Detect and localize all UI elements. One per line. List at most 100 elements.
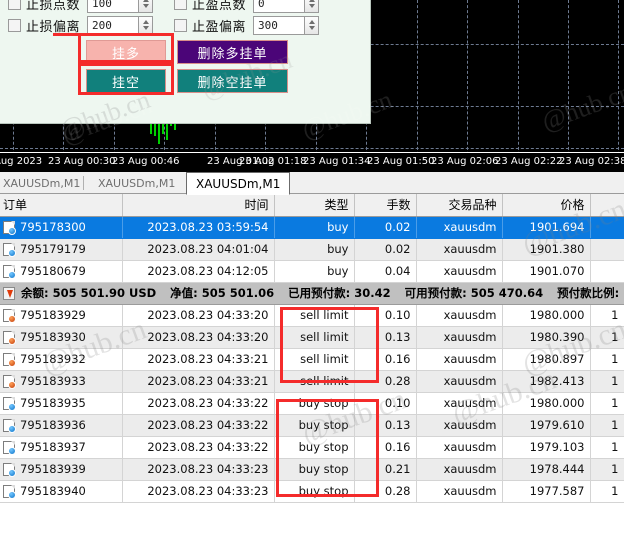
col-header-type[interactable]: 类型 [274, 194, 355, 217]
cell-order-text: 795183939 [20, 462, 86, 476]
cell-symbol: xauusdm [416, 238, 503, 261]
spinner-stop-loss-points[interactable] [139, 0, 154, 13]
cell-lots: 0.02 [354, 238, 417, 261]
cell-price: 1978.444 [502, 458, 591, 481]
account-summary-cell: 余额: 505 501.90 USD 净值: 505 501.06 已用预付款: 3… [0, 281, 624, 305]
checkbox-stop-loss-points[interactable] [8, 0, 21, 10]
table-row[interactable]: 795183930 2023.08.23 04:33:20 sell limit 0.… [0, 326, 624, 349]
summary-item: 可用预付款: 505 470.64 [404, 286, 544, 300]
col-header-time[interactable]: 时间 [122, 194, 275, 217]
cell-order: 795183937 [0, 436, 123, 459]
col-header-symbol[interactable]: 交易品种 [416, 194, 503, 217]
table-row[interactable]: 795178300 2023.08.23 03:59:54 buy 0.02 xauus… [0, 216, 624, 239]
cell-lots: 0.13 [354, 326, 417, 349]
cell-extra: 1 [590, 436, 624, 459]
delete-long-orders-button[interactable]: 删除多挂单 [177, 40, 288, 64]
checkbox-stop-loss-deviation[interactable] [8, 18, 21, 32]
tab-xauusdm-3[interactable]: XAUUSDm,M1 [186, 172, 291, 195]
cell-extra: 1 [590, 392, 624, 415]
cell-time: 2023.08.23 04:33:21 [122, 370, 275, 393]
time-tick: 23 Aug 02:22 [495, 156, 563, 167]
checkbox-take-profit-deviation[interactable] [174, 18, 188, 32]
time-tick: 23 Aug 01:50 [367, 156, 435, 167]
cell-extra: 1 [590, 304, 624, 327]
input-stop-loss-points[interactable]: 100 [87, 0, 140, 13]
input-take-profit-points[interactable]: 0 [253, 0, 306, 13]
input-stop-loss-deviation[interactable]: 200 [87, 15, 140, 35]
time-tick: Aug 2023 [0, 156, 43, 167]
table-row[interactable]: 795183936 2023.08.23 04:33:22 buy stop 0.13… [0, 414, 624, 437]
cell-order: 795180679 [0, 260, 123, 283]
cell-order: 795183936 [0, 414, 123, 437]
cell-lots: 0.28 [354, 370, 417, 393]
cell-type: buy [274, 216, 355, 239]
down-arrow-icon [3, 286, 15, 300]
cell-type: buy stop [274, 414, 355, 437]
orders-table-panel: 订单 时间 类型 手数 交易品种 价格 795178300 2023.08.23 … [0, 194, 624, 543]
time-tick: 23 Aug 02:06 [431, 156, 499, 167]
cell-symbol: xauusdm [416, 216, 503, 239]
place-long-button[interactable]: 挂多 [86, 40, 166, 64]
summary-item: 余额: 505 501.90 USD [21, 286, 157, 300]
delete-short-orders-button[interactable]: 删除空挂单 [177, 69, 288, 93]
cell-order-text: 795180679 [20, 264, 86, 278]
cell-price: 1901.070 [502, 260, 591, 283]
spinner-stop-loss-deviation[interactable] [139, 15, 154, 35]
table-row[interactable]: 795183940 2023.08.23 04:33:23 buy stop 0.28… [0, 480, 624, 503]
panel-row-top-partial: 止损点数 100 止盈点数 0 [0, 0, 371, 14]
cell-order: 795183940 [0, 480, 123, 503]
cell-time: 2023.08.23 04:33:20 [122, 304, 275, 327]
cell-order-text: 795179179 [20, 242, 86, 256]
time-tick: 23 Aug 02:38 [559, 156, 624, 167]
table-row[interactable]: 795183939 2023.08.23 04:33:23 buy stop 0.21… [0, 458, 624, 481]
cell-time: 2023.08.23 04:33:22 [122, 414, 275, 437]
cell-time: 2023.08.23 04:33:23 [122, 480, 275, 503]
col-header-extra[interactable] [590, 194, 624, 217]
cell-extra: 1 [590, 370, 624, 393]
cell-lots: 0.13 [354, 414, 417, 437]
cell-type: sell limit [274, 326, 355, 349]
account-summary-row: 余额: 505 501.90 USD 净值: 505 501.06 已用预付款: 3… [0, 281, 624, 305]
tab-xauusdm-1[interactable]: XAUUSDm,M1 [0, 173, 89, 194]
order-ticket-icon [3, 220, 16, 235]
table-row[interactable]: 795183932 2023.08.23 04:33:21 sell limit 0.… [0, 348, 624, 371]
cell-lots: 0.28 [354, 480, 417, 503]
cell-order: 795179179 [0, 238, 123, 261]
col-header-lots[interactable]: 手数 [354, 194, 417, 217]
place-short-button[interactable]: 挂空 [86, 69, 166, 93]
cell-lots: 0.16 [354, 436, 417, 459]
table-row[interactable]: 795179179 2023.08.23 04:01:04 buy 0.02 xauus… [0, 238, 624, 261]
cell-lots: 0.04 [354, 260, 417, 283]
spinner-take-profit-points[interactable] [305, 0, 320, 13]
cell-price: 1980.000 [502, 392, 591, 415]
col-header-price[interactable]: 价格 [502, 194, 591, 217]
cell-lots: 0.10 [354, 392, 417, 415]
cell-order: 795183939 [0, 458, 123, 481]
time-tick: 23 Aug 01:18 [239, 156, 307, 167]
cell-price: 1982.413 [502, 370, 591, 393]
table-row[interactable]: 795183935 2023.08.23 04:33:22 buy stop 0.10… [0, 392, 624, 415]
cell-order-text: 795183929 [20, 308, 86, 322]
cell-order: 795183930 [0, 326, 123, 349]
panel-row-deviation: 止损偏离 200 止盈偏离 300 [0, 14, 371, 36]
checkbox-take-profit-points[interactable] [174, 0, 188, 10]
col-header-order[interactable]: 订单 [0, 194, 123, 217]
order-ticket-icon [3, 242, 16, 257]
cell-price: 1979.103 [502, 436, 591, 459]
input-take-profit-deviation[interactable]: 300 [253, 15, 306, 35]
cell-price: 1980.897 [502, 348, 591, 371]
cell-order-text: 795183936 [20, 418, 86, 432]
spinner-take-profit-deviation[interactable] [305, 15, 320, 35]
cell-time: 2023.08.23 04:33:20 [122, 326, 275, 349]
table-row[interactable]: 795183929 2023.08.23 04:33:20 sell limit 0.… [0, 304, 624, 327]
order-ticket-icon [3, 264, 16, 279]
order-ticket-icon [3, 330, 16, 345]
tab-xauusdm-2[interactable]: XAUUSDm,M1 [89, 173, 184, 194]
cell-lots: 0.02 [354, 216, 417, 239]
orders-table-body: 795178300 2023.08.23 03:59:54 buy 0.02 xauus… [0, 216, 624, 503]
label-take-profit-points: 止盈点数 [192, 0, 247, 13]
cell-extra: 1 [590, 326, 624, 349]
table-row[interactable]: 795180679 2023.08.23 04:12:05 buy 0.04 xauus… [0, 260, 624, 283]
table-row[interactable]: 795183937 2023.08.23 04:33:22 buy stop 0.16… [0, 436, 624, 459]
table-row[interactable]: 795183933 2023.08.23 04:33:21 sell limit 0.… [0, 370, 624, 393]
